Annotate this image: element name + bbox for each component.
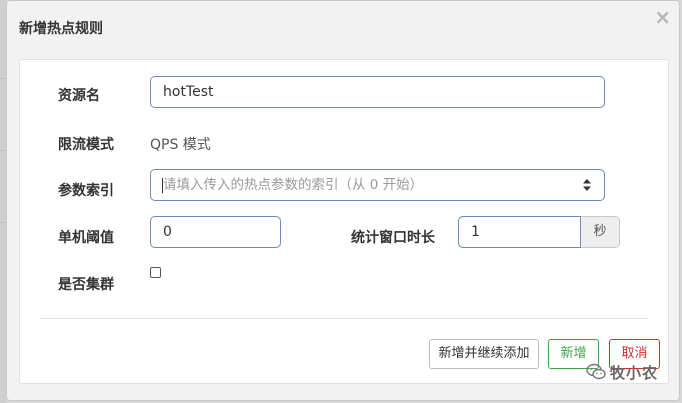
resource-name-value: hotTest — [163, 84, 214, 100]
window-unit-addon: 秒 — [581, 216, 620, 248]
dialog-body: 资源名 hotTest 限流模式 QPS 模式 参数索引 请填入传入的热点参数的… — [19, 59, 669, 384]
threshold-label: 单机阈值 — [58, 230, 114, 246]
cluster-checkbox[interactable] — [150, 267, 161, 278]
window-value: 1 — [471, 224, 480, 240]
wechat-icon — [586, 363, 606, 380]
add-hotspot-rule-dialog: 新增热点规则 × 资源名 hotTest 限流模式 QPS 模式 参数索引 请填… — [6, 0, 680, 401]
flow-mode-value: QPS 模式 — [150, 137, 211, 153]
resource-name-label: 资源名 — [58, 88, 100, 104]
param-index-label: 参数索引 — [58, 183, 114, 199]
resource-name-input[interactable]: hotTest — [150, 76, 605, 108]
threshold-value: 0 — [163, 224, 172, 240]
dialog-header: 新增热点规则 × — [7, 1, 679, 59]
window-label: 统计窗口时长 — [351, 230, 435, 246]
threshold-input[interactable]: 0 — [150, 216, 281, 248]
watermark: 牧小农 — [586, 362, 658, 382]
param-index-input[interactable]: 请填入传入的热点参数的索引（从 0 开始） — [150, 169, 605, 201]
flow-mode-label: 限流模式 — [58, 137, 114, 153]
watermark-text: 牧小农 — [610, 363, 659, 382]
param-index-placeholder: 请填入传入的热点参数的索引（从 0 开始） — [163, 177, 424, 193]
close-icon[interactable]: × — [654, 7, 671, 27]
footer-divider — [40, 318, 648, 319]
window-input[interactable]: 1 — [458, 216, 581, 248]
spinner-arrows-icon[interactable] — [582, 178, 592, 192]
cluster-label: 是否集群 — [58, 277, 114, 293]
add-and-continue-button[interactable]: 新增并继续添加 — [429, 339, 539, 369]
text-caret — [162, 178, 163, 193]
dialog-title: 新增热点规则 — [19, 21, 103, 37]
